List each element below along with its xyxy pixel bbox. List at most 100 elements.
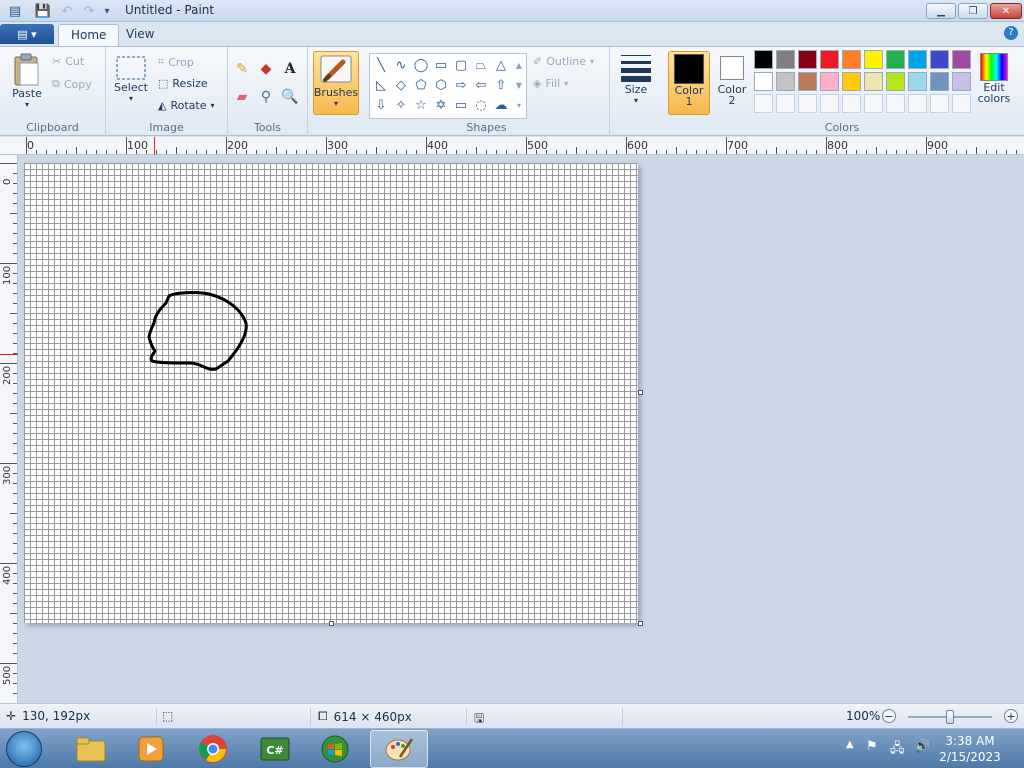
- start-button[interactable]: [6, 731, 42, 767]
- minimize-button[interactable]: ▁: [926, 3, 956, 19]
- select-button[interactable]: Select ▾: [114, 55, 148, 103]
- zoom-slider-thumb[interactable]: [946, 710, 954, 724]
- color-picker-icon[interactable]: ⚲: [256, 87, 276, 107]
- resize-handle-right[interactable]: [638, 390, 643, 395]
- action-center-icon[interactable]: ⚑: [866, 739, 878, 754]
- palette-swatch[interactable]: [886, 50, 905, 69]
- pentagon-shape-icon[interactable]: ⬠: [412, 76, 430, 94]
- resize-handle-corner[interactable]: [638, 621, 643, 626]
- customize-quick-access-icon[interactable]: ▾: [98, 2, 116, 20]
- fill-bucket-icon[interactable]: ◆: [256, 59, 276, 79]
- text-tool-icon[interactable]: A: [280, 59, 300, 79]
- palette-swatch[interactable]: [864, 50, 883, 69]
- palette-swatch[interactable]: [842, 94, 861, 113]
- palette-swatch[interactable]: [820, 94, 839, 113]
- tab-view[interactable]: View: [114, 24, 166, 46]
- help-icon[interactable]: ?: [1004, 26, 1018, 40]
- palette-swatch[interactable]: [864, 72, 883, 91]
- taskbar-chrome[interactable]: [184, 730, 242, 768]
- shapes-scroll-up-icon[interactable]: ▲: [513, 56, 525, 74]
- fill-button[interactable]: ◈ Fill ▾: [533, 77, 568, 90]
- copy-button[interactable]: ⧉ Copy: [52, 77, 92, 91]
- size-button[interactable]: Size ▾: [616, 51, 656, 105]
- paste-button[interactable]: Paste ▾: [8, 53, 46, 109]
- zoom-in-button[interactable]: +: [1004, 709, 1018, 723]
- palette-swatch[interactable]: [908, 50, 927, 69]
- left-arrow-shape-icon[interactable]: ⇦: [472, 76, 490, 94]
- save-icon[interactable]: 💾: [34, 2, 52, 20]
- resize-button[interactable]: ⬚ Resize: [158, 77, 208, 90]
- palette-swatch[interactable]: [754, 50, 773, 69]
- palette-swatch[interactable]: [930, 94, 949, 113]
- rotate-button[interactable]: ◭ Rotate ▾: [158, 99, 215, 112]
- resize-handle-bottom[interactable]: [329, 621, 334, 626]
- redo-icon[interactable]: ↷: [80, 2, 98, 20]
- oval-callout-shape-icon[interactable]: ◌: [472, 96, 490, 114]
- palette-swatch[interactable]: [864, 94, 883, 113]
- curve-shape-icon[interactable]: ∿: [392, 56, 410, 74]
- cloud-callout-shape-icon[interactable]: ☁: [492, 96, 510, 114]
- restore-button[interactable]: ❐: [958, 3, 988, 19]
- palette-swatch[interactable]: [776, 72, 795, 91]
- right-arrow-shape-icon[interactable]: ⇨: [452, 76, 470, 94]
- palette-swatch[interactable]: [776, 50, 795, 69]
- diamond-shape-icon[interactable]: ◇: [392, 76, 410, 94]
- palette-swatch[interactable]: [908, 72, 927, 91]
- undo-icon[interactable]: ↶: [58, 2, 76, 20]
- palette-swatch[interactable]: [886, 72, 905, 91]
- triangle-shape-icon[interactable]: △: [492, 56, 510, 74]
- taskbar-media-center[interactable]: [306, 730, 364, 768]
- close-button[interactable]: ✕: [990, 3, 1022, 19]
- palette-swatch[interactable]: [776, 94, 795, 113]
- volume-icon[interactable]: 🔊: [914, 739, 930, 754]
- up-arrow-shape-icon[interactable]: ⇧: [492, 76, 510, 94]
- palette-swatch[interactable]: [798, 50, 817, 69]
- four-point-star-shape-icon[interactable]: ✧: [392, 96, 410, 114]
- rectangle-shape-icon[interactable]: ▭: [432, 56, 450, 74]
- shapes-expand-icon[interactable]: ▾: [513, 96, 525, 114]
- taskbar-explorer[interactable]: [62, 730, 120, 768]
- five-point-star-shape-icon[interactable]: ☆: [412, 96, 430, 114]
- palette-swatch[interactable]: [820, 50, 839, 69]
- outline-button[interactable]: ✐ Outline ▾: [533, 55, 594, 68]
- paint-menu-button[interactable]: ▤ ▾: [0, 24, 54, 44]
- magnifier-icon[interactable]: 🔍: [280, 87, 300, 107]
- taskbar-media-player[interactable]: [122, 730, 180, 768]
- six-point-star-shape-icon[interactable]: ✡: [432, 96, 450, 114]
- oval-shape-icon[interactable]: ◯: [412, 56, 430, 74]
- rounded-rectangle-shape-icon[interactable]: ▢: [452, 56, 470, 74]
- zoom-out-button[interactable]: −: [882, 709, 896, 723]
- palette-swatch[interactable]: [798, 72, 817, 91]
- palette-swatch[interactable]: [798, 94, 817, 113]
- taskbar-csharp[interactable]: C#: [246, 730, 304, 768]
- palette-swatch[interactable]: [754, 72, 773, 91]
- palette-swatch[interactable]: [952, 72, 971, 91]
- palette-swatch[interactable]: [886, 94, 905, 113]
- clock[interactable]: 3:38 AM 2/15/2023: [930, 733, 1010, 765]
- down-arrow-shape-icon[interactable]: ⇩: [372, 96, 390, 114]
- palette-swatch[interactable]: [842, 50, 861, 69]
- brushes-button[interactable]: Brushes ▾: [313, 51, 359, 115]
- palette-swatch[interactable]: [842, 72, 861, 91]
- network-icon[interactable]: 🖧: [890, 739, 905, 761]
- cut-button[interactable]: ✂ Cut: [52, 55, 84, 68]
- show-hidden-icons-icon[interactable]: ▲: [846, 739, 854, 750]
- palette-swatch[interactable]: [952, 50, 971, 69]
- palette-swatch[interactable]: [930, 72, 949, 91]
- crop-button[interactable]: ⌗ Crop: [158, 55, 194, 69]
- palette-swatch[interactable]: [930, 50, 949, 69]
- edit-colors-button[interactable]: Edit colors: [974, 51, 1014, 115]
- eraser-icon[interactable]: ▰: [232, 87, 252, 107]
- hexagon-shape-icon[interactable]: ⬡: [432, 76, 450, 94]
- paint-app-icon[interactable]: ▤: [6, 2, 24, 20]
- line-shape-icon[interactable]: ╲: [372, 56, 390, 74]
- color1-button[interactable]: Color 1: [668, 51, 710, 115]
- drawing-canvas[interactable]: [24, 163, 643, 626]
- pencil-icon[interactable]: ✎: [232, 59, 252, 79]
- rounded-callout-shape-icon[interactable]: ▭: [452, 96, 470, 114]
- tab-home[interactable]: Home: [58, 24, 120, 46]
- polygon-shape-icon[interactable]: ⏢: [472, 56, 490, 74]
- palette-swatch[interactable]: [754, 94, 773, 113]
- palette-swatch[interactable]: [908, 94, 927, 113]
- palette-swatch[interactable]: [820, 72, 839, 91]
